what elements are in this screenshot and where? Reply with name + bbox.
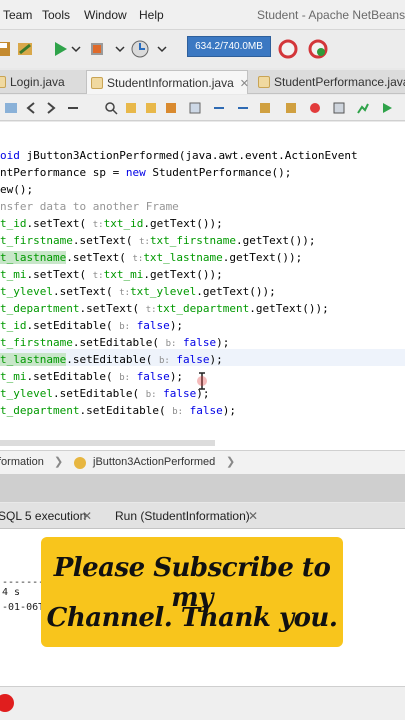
output-line: -01-06T <box>2 602 45 613</box>
banner-line-2: Channel. Thank you. <box>46 603 338 633</box>
stop-macro-icon[interactable] <box>332 101 346 115</box>
uncomment-icon[interactable] <box>284 101 298 115</box>
code-line-settext-mi: t_mi.setText( t:txt_mi.getText()); <box>0 268 223 281</box>
code-line-settext-lastname: t_lastname.setText( t:txt_lastname.getTe… <box>0 251 303 264</box>
close-icon[interactable]: ✕ <box>82 509 92 523</box>
history-icon[interactable] <box>4 101 18 115</box>
java-file-icon <box>91 77 103 89</box>
gc-secondary-icon[interactable] <box>308 39 328 59</box>
menu-tools[interactable]: Tools <box>42 8 70 22</box>
code-line-seteditable-mi: t_mi.setEditable( b: false); <box>0 370 184 383</box>
run-file-icon[interactable] <box>380 101 394 115</box>
tab-run-output[interactable]: Run (StudentInformation) <box>115 509 250 523</box>
status-bar <box>0 686 405 720</box>
window-title: Student - Apache NetBeans ID <box>257 8 405 22</box>
search-icon[interactable] <box>104 101 118 115</box>
code-line-seteditable-ylevel: t_ylevel.setEditable( b: false); <box>0 387 210 400</box>
code-line-seteditable-department: t_department.setEditable( b: false); <box>0 404 237 417</box>
tab-student-performance[interactable]: StudentPerformance.java <box>254 70 405 94</box>
profile-icon[interactable] <box>130 39 150 59</box>
start-macro-icon[interactable] <box>308 101 322 115</box>
toggle-graph-icon[interactable] <box>356 101 370 115</box>
find-previous-icon[interactable] <box>124 101 138 115</box>
shift-left-icon[interactable] <box>212 101 226 115</box>
menu-bar: Team Tools Window Help Student - Apache … <box>0 0 405 30</box>
editor-tabs: Login.java StudentInformation.java ✕ Stud… <box>0 70 405 94</box>
output-line: 4 s <box>2 587 21 598</box>
breadcrumb-class[interactable]: formation <box>0 451 44 474</box>
jump-icon[interactable] <box>66 101 80 115</box>
menu-window[interactable]: Window <box>84 8 127 22</box>
chevron-right-icon: ❯ <box>226 456 236 468</box>
close-icon[interactable]: ✕ <box>240 78 249 90</box>
chevron-down-icon[interactable] <box>110 39 130 59</box>
code-line-settext-id: t_id.setText( t:txt_id.getText()); <box>0 217 223 230</box>
code-line-seteditable-id: t_id.setEditable( b: false); <box>0 319 184 332</box>
subscribe-banner: Please Subscribe to my Channel. Thank yo… <box>41 537 343 647</box>
record-icon[interactable] <box>0 694 14 712</box>
mouse-cursor-icon <box>197 372 207 390</box>
horizontal-scrollbar[interactable] <box>0 440 215 446</box>
code-line-method-signature: oid jButton3ActionPerformed(java.awt.eve… <box>0 149 358 162</box>
clean-build-icon[interactable] <box>16 39 36 59</box>
chevron-down-icon[interactable] <box>152 39 172 59</box>
chevron-right-icon: ❯ <box>54 456 64 468</box>
debug-icon[interactable] <box>88 39 108 59</box>
tab-label: StudentPerformance.java <box>274 75 405 89</box>
breadcrumb: formation ❯ jButton3ActionPerformed ❯ <box>0 450 405 474</box>
editor-toolbar <box>0 95 405 121</box>
java-file-icon <box>0 76 6 88</box>
gc-icon[interactable] <box>278 39 298 59</box>
java-file-icon <box>258 76 270 88</box>
code-line-settext-firstname: t_firstname.setText( t:txt_firstname.get… <box>0 234 316 247</box>
breadcrumb-method[interactable]: jButton3ActionPerformed <box>93 451 215 474</box>
tab-label: Login.java <box>10 75 65 89</box>
find-next-icon[interactable] <box>144 101 158 115</box>
toggle-highlight-icon[interactable] <box>164 101 178 115</box>
output-tabs: SQL 5 execution ✕ Run (StudentInformatio… <box>0 503 405 529</box>
shift-right-icon[interactable] <box>236 101 250 115</box>
forward-icon[interactable] <box>44 101 58 115</box>
code-editor[interactable]: oid jButton3ActionPerformed(java.awt.eve… <box>0 122 405 450</box>
back-icon[interactable] <box>24 101 38 115</box>
tab-sql-execution[interactable]: SQL 5 execution <box>0 509 86 523</box>
tab-student-information[interactable]: StudentInformation.java ✕ <box>86 70 249 94</box>
code-line-seteditable-lastname: t_lastname.setEditable( b: false); <box>0 353 223 366</box>
method-icon <box>74 457 86 469</box>
menu-team[interactable]: Team <box>3 8 32 22</box>
chevron-down-icon[interactable] <box>66 39 86 59</box>
panel-divider[interactable] <box>0 474 405 502</box>
code-comment: nsfer data to another Frame <box>0 200 179 213</box>
tab-login[interactable]: Login.java <box>0 70 82 94</box>
code-line-settext-ylevel: t_ylevel.setText( t:txt_ylevel.getText()… <box>0 285 276 298</box>
code-line-show: ew(); <box>0 183 34 196</box>
menu-help[interactable]: Help <box>139 8 164 22</box>
code-line-new-instance: ntPerformance sp = new StudentPerformanc… <box>0 166 292 179</box>
comment-icon[interactable] <box>258 101 272 115</box>
tab-label: StudentInformation.java <box>107 76 234 90</box>
bookmark-icon[interactable] <box>188 101 202 115</box>
memory-indicator[interactable]: 634.2/740.0MB <box>187 36 271 57</box>
code-line-settext-department: t_department.setText( t:txt_department.g… <box>0 302 329 315</box>
save-all-icon[interactable] <box>0 39 14 59</box>
code-line-seteditable-firstname: t_firstname.setEditable( b: false); <box>0 336 230 349</box>
close-icon[interactable]: ✕ <box>248 509 258 523</box>
